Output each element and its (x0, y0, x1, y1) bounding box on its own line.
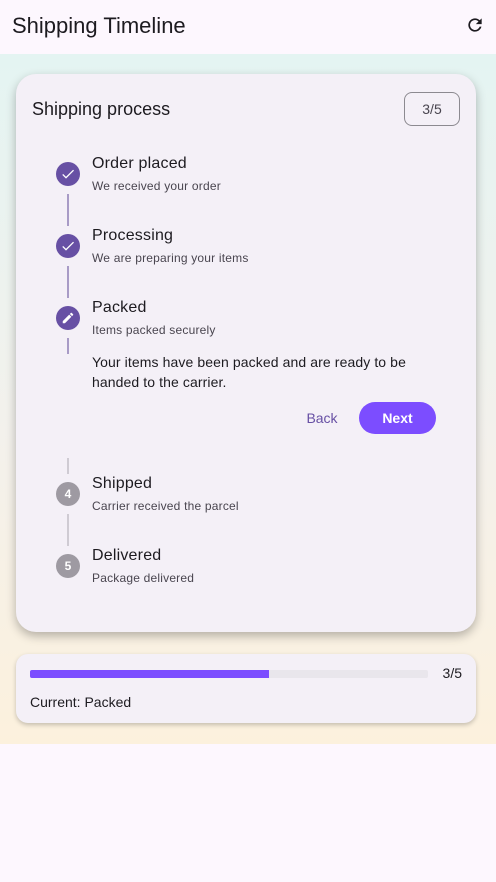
step-connector (67, 194, 69, 226)
progress-bar (30, 670, 428, 678)
card-title: Shipping process (32, 99, 171, 119)
step-1-subtitle: We received your order (92, 179, 221, 193)
app-bar: Shipping Timeline (0, 0, 496, 54)
step-connector (67, 338, 69, 354)
step-2-title[interactable]: Processing (92, 227, 173, 245)
edit-icon (62, 312, 74, 324)
check-icon (62, 169, 74, 179)
step-1-check-icon (56, 162, 80, 186)
step-3-subtitle: Items packed securely (92, 323, 216, 337)
back-button[interactable]: Back (298, 402, 346, 434)
refresh-button[interactable] (462, 12, 488, 38)
page-title: Shipping Timeline (12, 13, 186, 38)
check-icon (62, 241, 74, 251)
step-5-subtitle: Package delivered (92, 571, 195, 585)
stepper-card: Shipping process 3/5 Order placed We rec… (16, 74, 476, 632)
step-4-title[interactable]: Shipped (92, 475, 152, 493)
progress-card: 3/5 Current: Packed (16, 654, 476, 723)
step-5-number-badge: 5 (56, 554, 80, 578)
step-3-edit-icon (56, 306, 80, 330)
progress-fill (30, 670, 269, 678)
step-3-detail: Your items have been packed and are read… (92, 354, 406, 390)
step-counter-chip: 3/5 (404, 92, 460, 126)
progress-count: 3/5 (442, 665, 462, 681)
step-1-title[interactable]: Order placed (92, 155, 187, 173)
step-connector (67, 458, 69, 474)
step-4-number-badge: 4 (56, 482, 80, 506)
step-connector (67, 266, 69, 298)
next-button[interactable]: Next (359, 402, 436, 434)
step-4-subtitle: Carrier received the parcel (92, 499, 239, 513)
step-connector (67, 514, 69, 546)
step-2-subtitle: We are preparing your items (92, 251, 249, 265)
refresh-icon (468, 18, 482, 32)
step-3-title[interactable]: Packed (92, 299, 147, 317)
step-2-check-icon (56, 234, 80, 258)
step-5-title[interactable]: Delivered (92, 547, 161, 565)
current-step-label: Current: Packed (30, 694, 132, 710)
